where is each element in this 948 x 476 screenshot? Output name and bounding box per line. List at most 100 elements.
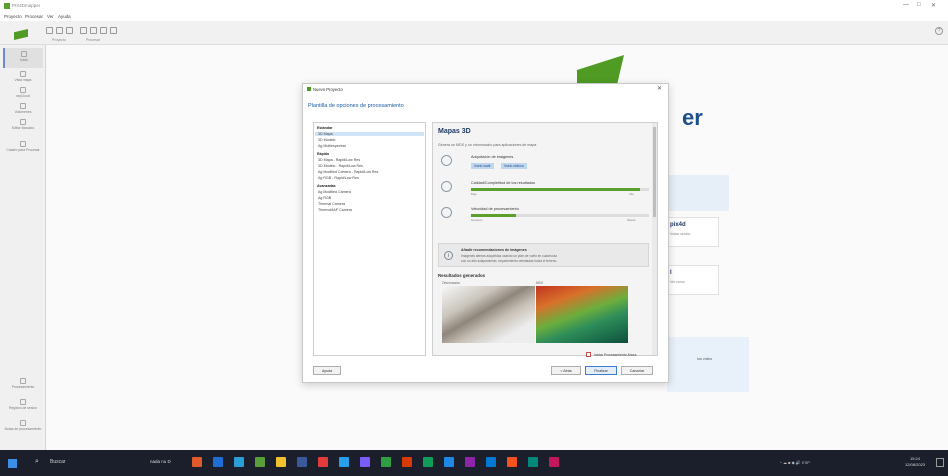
taskbar-app-icon[interactable] [549, 457, 559, 467]
taskbar-app-icon[interactable] [318, 457, 328, 467]
search-icon[interactable]: ⌕ [35, 458, 39, 466]
back-button[interactable]: < Atrás [551, 366, 581, 375]
detail-scrollbar[interactable] [652, 123, 657, 355]
quality-section: Calidad/Completitud de los resultados Ba… [441, 181, 651, 201]
speed-section: Velocidad de procesamiento Despacio Rápi… [441, 207, 651, 231]
sidebar-item-label: Volúmenes [14, 110, 32, 114]
raycloud-icon [20, 87, 26, 93]
stopwatch-icon [441, 207, 452, 218]
speed-low-label: Despacio [471, 218, 483, 222]
list-item[interactable]: 3D Modelo [318, 138, 335, 142]
taskbar-app-icon[interactable] [192, 457, 202, 467]
scrollbar-thumb[interactable] [653, 127, 656, 217]
quality-bar [471, 188, 649, 191]
taskbar-app-icon[interactable] [423, 457, 433, 467]
taskbar-app-icon[interactable] [381, 457, 391, 467]
sidebar-item-registro[interactable]: Registro de sesión [3, 399, 43, 410]
speed-bar-fill [471, 214, 516, 217]
maximize-button[interactable]: □ [917, 2, 921, 8]
clock[interactable]: 15:24 12/08/2023 [905, 456, 925, 468]
taskbar-search-hint: nada nu D [150, 459, 171, 464]
list-item[interactable]: Ag Multiespectral [318, 144, 346, 148]
tag-oblicuo: Vuelo oblicuo [501, 163, 527, 169]
minimize-button[interactable]: — [903, 2, 909, 8]
list-item-selected[interactable]: 3D Mapa [315, 132, 424, 136]
taskbar-app-icon[interactable] [339, 457, 349, 467]
trophy-icon [441, 181, 452, 192]
notification-icon[interactable] [936, 458, 944, 467]
new-project-icon[interactable] [46, 27, 53, 34]
dialog-close-icon[interactable]: ✕ [657, 85, 662, 92]
taskbar-app-icon[interactable] [255, 457, 265, 467]
list-item[interactable]: Ag RGB [318, 196, 331, 200]
sidebar-item-volumenes[interactable]: Volúmenes [3, 103, 43, 114]
taskbar-app-icon[interactable] [360, 457, 370, 467]
sidebar-item-editor-mosaico[interactable]: Editor Mosaico [3, 119, 43, 130]
background-card[interactable]: l Ver curso [667, 265, 719, 295]
list-group-header: Rápido [317, 152, 330, 156]
home-icon [21, 51, 27, 57]
list-group-header: Estándar [317, 126, 333, 130]
list-group-header: Avanzadas [317, 184, 336, 188]
windows-start-icon[interactable] [8, 459, 17, 468]
taskbar-app-icon[interactable] [213, 457, 223, 467]
list-item[interactable]: Ag Modified Camera - Rapid/Low Res [318, 170, 378, 174]
run-icon[interactable] [80, 27, 87, 34]
sidebar-item-inicio[interactable]: Inicio [3, 48, 43, 68]
stop-icon[interactable] [90, 27, 97, 34]
dialog-title: Nuevo Proyecto [313, 86, 343, 92]
open-project-icon[interactable] [56, 27, 63, 34]
close-window-button[interactable]: ✕ [931, 2, 936, 9]
clock-time: 15:24 [910, 456, 921, 461]
background-card[interactable]: pix4d Iniciar sesión [667, 217, 719, 247]
checkbox-box[interactable] [586, 352, 591, 357]
menu-ver[interactable]: Ver [47, 14, 54, 19]
taskbar-app-icon[interactable] [276, 457, 286, 467]
list-item[interactable]: ThermoMAP Camera [318, 208, 352, 212]
list-item[interactable]: Ag Modified Camera [318, 190, 351, 194]
recommendations-line-1: Imágenes aéreas adquiridas usando un pla… [461, 254, 557, 258]
help-icon[interactable]: ? [935, 27, 943, 35]
menu-procesar[interactable]: Procesar [25, 14, 43, 19]
options-icon[interactable] [100, 27, 107, 34]
taskbar-app-icon[interactable] [528, 457, 538, 467]
save-project-icon[interactable] [66, 27, 73, 34]
sidebar-item-label: Cuadro para Procesar [6, 148, 40, 152]
speed-bar [471, 214, 649, 217]
taskbar-search-input[interactable]: Buscar [50, 459, 66, 465]
finish-button[interactable]: Finalizar [585, 366, 617, 375]
sidebar-item-cuadro-procesar[interactable]: Cuadro para Procesar [3, 141, 43, 152]
list-item[interactable]: 3D Modelo - Rapid/Low Res [318, 164, 363, 168]
toolbar: Proyecto Procesar ? [0, 21, 948, 45]
menu-proyecto[interactable]: Proyecto [4, 14, 22, 19]
sidebar-item-vista-mapa[interactable]: Vista mapa [3, 71, 43, 82]
sidebar-item-notas[interactable]: Notas de procesamiento [3, 420, 43, 431]
cancel-button[interactable]: Cancelar [621, 366, 653, 375]
system-tray[interactable]: ^ ☁ ■ ◆ 🔊 ESP [780, 460, 810, 465]
taskbar-app-icon[interactable] [402, 457, 412, 467]
help-videos-link[interactable]: los vídeo [697, 357, 712, 361]
list-item[interactable]: 3D Mapa - Rapid/Low Res [318, 158, 360, 162]
taskbar-app-icon[interactable] [486, 457, 496, 467]
card-title: l [670, 270, 672, 276]
list-item[interactable]: Thermal Camera [318, 202, 345, 206]
acquisition-label: Adquisición de imágenes [471, 155, 514, 159]
template-description: Genera un MDS y un ortomosaico para apli… [438, 143, 538, 147]
report-icon[interactable] [110, 27, 117, 34]
taskbar-app-icon[interactable] [297, 457, 307, 467]
sidebar-item-raycloud[interactable]: rayCloud [3, 87, 43, 98]
list-item[interactable]: Ag RGB - Rapid/Low Res [318, 176, 359, 180]
taskbar-app-icon[interactable] [234, 457, 244, 467]
acquisition-section: Adquisición de imágenes Vuelo nadir Vuel… [441, 155, 651, 175]
sidebar-item-label: Inicio [20, 58, 28, 62]
sidebar-item-procesamiento[interactable]: Procesamiento [3, 378, 43, 389]
sidebar-item-label: Notas de procesamiento [4, 427, 42, 431]
taskbar-app-icon[interactable] [507, 457, 517, 467]
volume-icon [20, 103, 26, 109]
help-videos-panel[interactable]: los vídeo [667, 337, 749, 392]
dialog-app-icon [307, 87, 311, 91]
menu-ayuda[interactable]: Ayuda [58, 14, 71, 19]
taskbar-app-icon[interactable] [444, 457, 454, 467]
help-button[interactable]: Ayuda [313, 366, 341, 375]
taskbar-app-icon[interactable] [465, 457, 475, 467]
